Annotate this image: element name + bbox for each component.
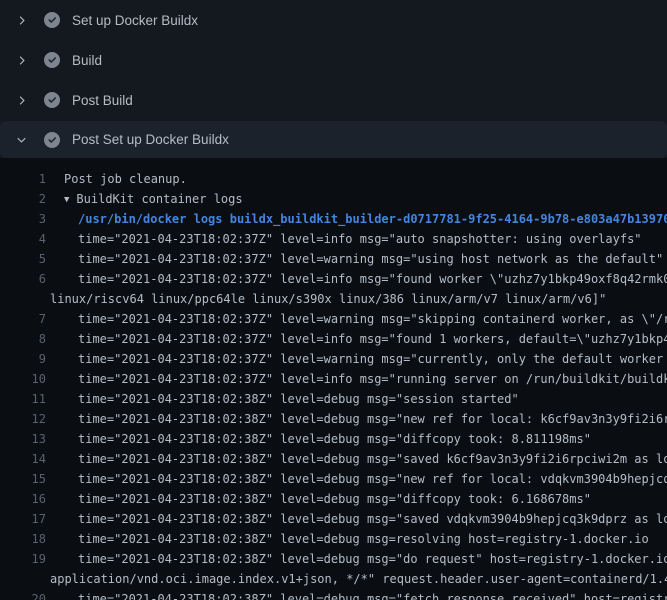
step-label: Build — [72, 53, 102, 68]
log-line: 8time="2021-04-23T18:02:37Z" level=info … — [0, 329, 667, 349]
log-text: time="2021-04-23T18:02:37Z" level=info m… — [46, 369, 667, 389]
log-line-number[interactable]: 17 — [0, 509, 46, 529]
log-text: time="2021-04-23T18:02:37Z" level=warnin… — [46, 309, 667, 329]
log-text: Post job cleanup. — [46, 169, 187, 189]
steps-list: Set up Docker Buildx Build Post Build Post … — [0, 0, 667, 158]
log-line: 7time="2021-04-23T18:02:37Z" level=warni… — [0, 309, 667, 329]
log-line: application/vnd.oci.image.index.v1+json,… — [0, 569, 667, 589]
log-text: application/vnd.oci.image.index.v1+json,… — [46, 569, 667, 589]
log-line: 19time="2021-04-23T18:02:38Z" level=debu… — [0, 549, 667, 569]
log-line-number[interactable]: 11 — [0, 389, 46, 409]
log-text: time="2021-04-23T18:02:37Z" level=info m… — [46, 229, 642, 249]
log-text: time="2021-04-23T18:02:38Z" level=debug … — [46, 549, 667, 569]
log-line-number[interactable]: 9 — [0, 349, 46, 369]
log-line: 15time="2021-04-23T18:02:38Z" level=debu… — [0, 469, 667, 489]
log-text: time="2021-04-23T18:02:38Z" level=debug … — [46, 529, 649, 549]
chevron-right-icon[interactable] — [13, 92, 29, 108]
log-line: 3/usr/bin/docker logs buildx_buildkit_bu… — [0, 209, 667, 229]
log-text: time="2021-04-23T18:02:38Z" level=debug … — [46, 509, 667, 529]
log-line-number[interactable]: 2 — [0, 189, 46, 209]
log-line-number[interactable]: 16 — [0, 489, 46, 509]
log-text: linux/riscv64 linux/ppc64le linux/s390x … — [46, 289, 606, 309]
step-label: Post Build — [72, 93, 133, 108]
log-line: 18time="2021-04-23T18:02:38Z" level=debu… — [0, 529, 667, 549]
log-line-number — [0, 569, 46, 589]
check-circle-icon — [44, 132, 60, 148]
log-area: 1Post job cleanup.2▼BuildKit container l… — [0, 158, 667, 600]
log-text: time="2021-04-23T18:02:38Z" level=debug … — [46, 589, 667, 600]
log-line-number[interactable]: 10 — [0, 369, 46, 389]
log-text: time="2021-04-23T18:02:38Z" level=debug … — [46, 489, 591, 509]
log-line: 12time="2021-04-23T18:02:38Z" level=debu… — [0, 409, 667, 429]
log-line: 11time="2021-04-23T18:02:38Z" level=debu… — [0, 389, 667, 409]
log-line: 17time="2021-04-23T18:02:38Z" level=debu… — [0, 509, 667, 529]
log-line-number[interactable]: 13 — [0, 429, 46, 449]
log-line-number[interactable]: 7 — [0, 309, 46, 329]
log-line: 6time="2021-04-23T18:02:37Z" level=info … — [0, 269, 667, 289]
chevron-right-icon[interactable] — [13, 52, 29, 68]
step-row-post-set-up-docker-buildx[interactable]: Post Set up Docker Buildx — [0, 121, 667, 158]
log-text: time="2021-04-23T18:02:38Z" level=debug … — [46, 449, 667, 469]
chevron-down-icon[interactable] — [13, 132, 29, 148]
log-line: 10time="2021-04-23T18:02:37Z" level=info… — [0, 369, 667, 389]
log-text: time="2021-04-23T18:02:37Z" level=warnin… — [46, 349, 667, 369]
log-line-number[interactable]: 14 — [0, 449, 46, 469]
log-line-number — [0, 289, 46, 309]
chevron-right-icon[interactable] — [13, 12, 29, 28]
log-text: time="2021-04-23T18:02:37Z" level=info m… — [46, 329, 667, 349]
step-row-post-build[interactable]: Post Build — [0, 80, 667, 120]
log-line: 20time="2021-04-23T18:02:38Z" level=debu… — [0, 589, 667, 600]
step-label: Set up Docker Buildx — [72, 13, 198, 28]
log-line-number[interactable]: 8 — [0, 329, 46, 349]
step-row-build[interactable]: Build — [0, 40, 667, 80]
job-steps-panel: Set up Docker Buildx Build Post Build Post … — [0, 0, 667, 600]
log-line: linux/riscv64 linux/ppc64le linux/s390x … — [0, 289, 667, 309]
log-line-number[interactable]: 1 — [0, 169, 46, 189]
log-line: 5time="2021-04-23T18:02:37Z" level=warni… — [0, 249, 667, 269]
log-text: time="2021-04-23T18:02:38Z" level=debug … — [46, 389, 519, 409]
log-line-number[interactable]: 19 — [0, 549, 46, 569]
check-circle-icon — [44, 52, 60, 68]
log-line: 2▼BuildKit container logs — [0, 189, 667, 209]
log-line-number[interactable]: 4 — [0, 229, 46, 249]
log-text: time="2021-04-23T18:02:38Z" level=debug … — [46, 409, 667, 429]
log-text: time="2021-04-23T18:02:38Z" level=debug … — [46, 469, 667, 489]
log-text: ▼BuildKit container logs — [46, 189, 243, 209]
log-line-number[interactable]: 18 — [0, 529, 46, 549]
log-line-number[interactable]: 5 — [0, 249, 46, 269]
step-row-set-up-docker-buildx[interactable]: Set up Docker Buildx — [0, 0, 667, 40]
log-line-number[interactable]: 6 — [0, 269, 46, 289]
log-command-text: /usr/bin/docker logs buildx_buildkit_bui… — [46, 209, 667, 229]
log-line-number[interactable]: 12 — [0, 409, 46, 429]
step-label: Post Set up Docker Buildx — [72, 132, 229, 147]
log-line-number[interactable]: 20 — [0, 589, 46, 600]
log-group-caret-icon[interactable]: ▼ — [64, 195, 69, 205]
log-line: 4time="2021-04-23T18:02:37Z" level=info … — [0, 229, 667, 249]
log-line: 9time="2021-04-23T18:02:37Z" level=warni… — [0, 349, 667, 369]
log-line: 1Post job cleanup. — [0, 169, 667, 189]
log-text: time="2021-04-23T18:02:38Z" level=debug … — [46, 429, 591, 449]
check-circle-icon — [44, 12, 60, 28]
log-line: 16time="2021-04-23T18:02:38Z" level=debu… — [0, 489, 667, 509]
log-line: 14time="2021-04-23T18:02:38Z" level=debu… — [0, 449, 667, 469]
log-text: time="2021-04-23T18:02:37Z" level=warnin… — [46, 249, 663, 269]
log-line-number[interactable]: 3 — [0, 209, 46, 229]
log-text: time="2021-04-23T18:02:37Z" level=info m… — [46, 269, 667, 289]
check-circle-icon — [44, 92, 60, 108]
log-line: 13time="2021-04-23T18:02:38Z" level=debu… — [0, 429, 667, 449]
log-line-number[interactable]: 15 — [0, 469, 46, 489]
